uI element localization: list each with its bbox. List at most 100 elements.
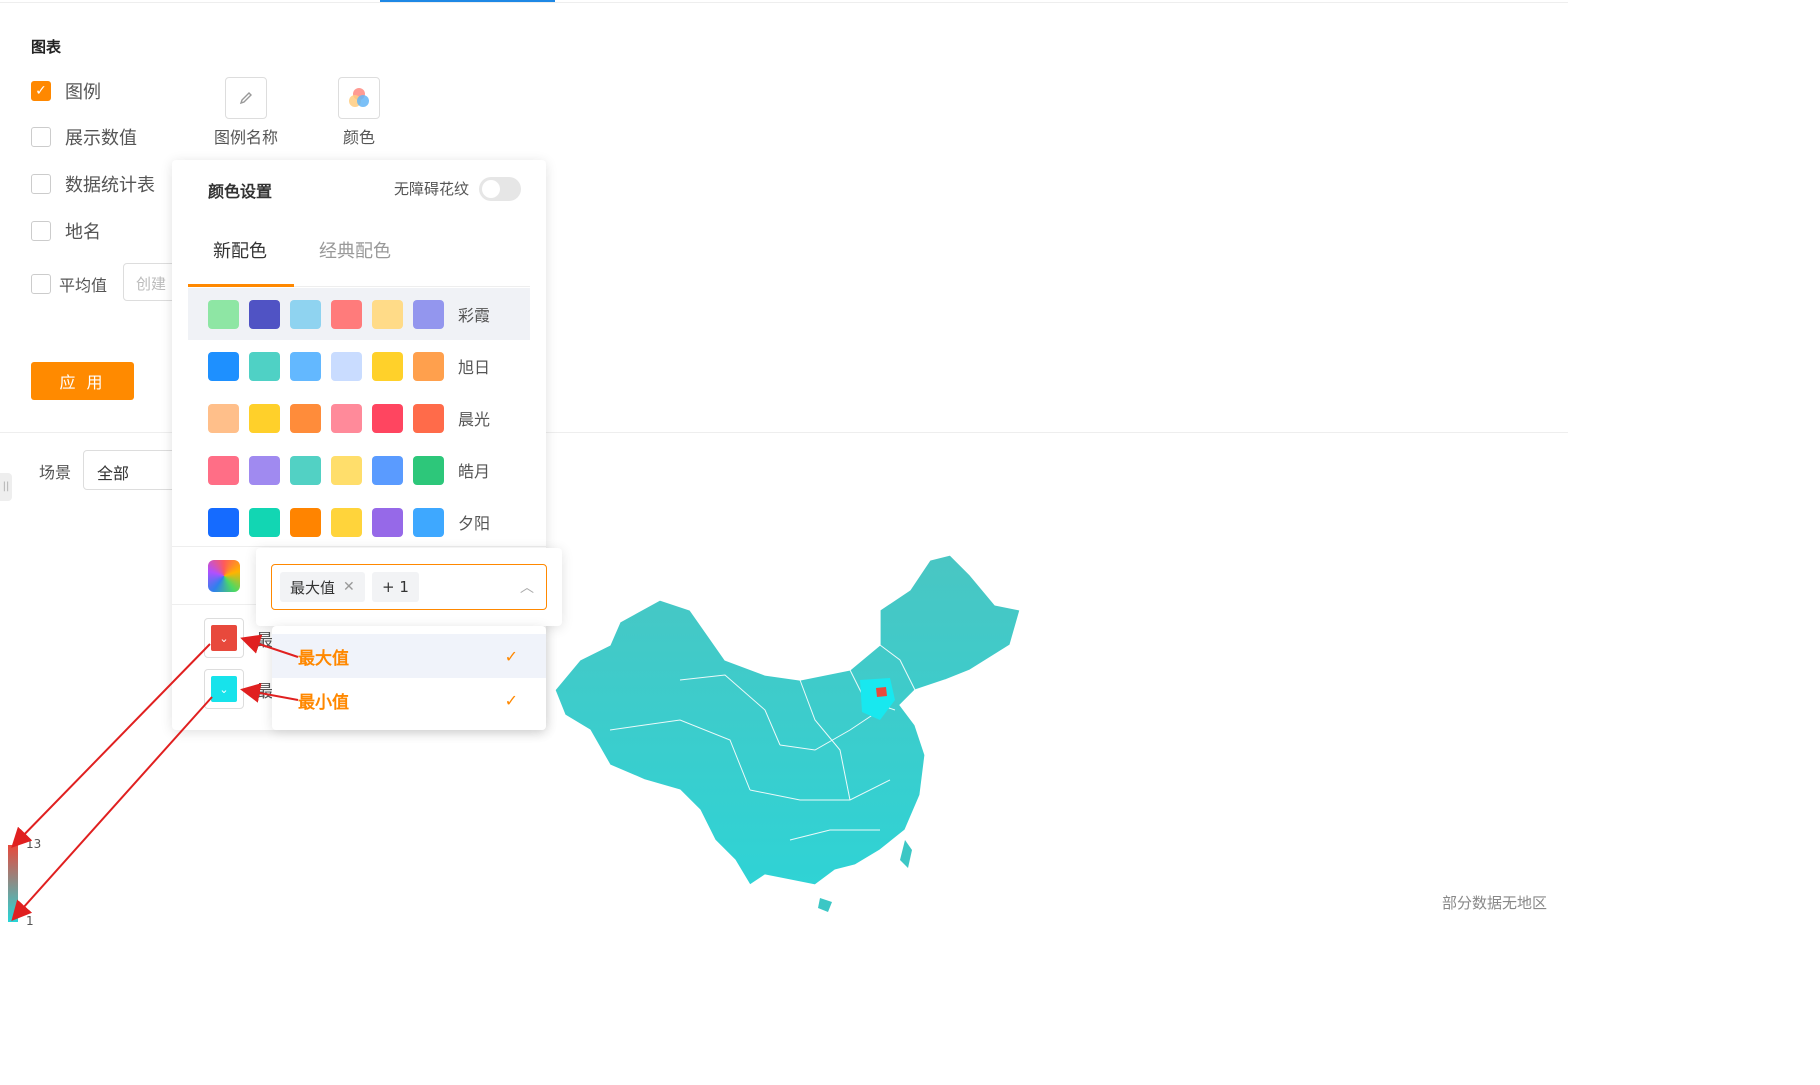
legend-name-button[interactable] (225, 77, 267, 119)
value-options-dropdown: 最大值 ✓ 最小值 ✓ (272, 626, 546, 730)
chevron-up-icon[interactable]: ︿ (520, 577, 534, 597)
china-map (554, 554, 1021, 912)
legend-min-value: 1 (26, 914, 34, 928)
top-divider (0, 2, 1568, 3)
map-region-china (554, 554, 1021, 886)
value-select-popover: 最大值 ✕ + 1 ︿ (256, 548, 562, 626)
palette-swatch (290, 507, 321, 537)
apply-button[interactable]: 应 用 (31, 362, 134, 400)
palette-swatch (290, 455, 321, 485)
palette-swatch (208, 403, 239, 433)
palette-row[interactable]: 晨光 (188, 392, 530, 444)
palette-name: 夕阳 (458, 514, 491, 533)
option-min[interactable]: 最小值 ✓ (272, 678, 546, 722)
place-name-label: 地名 (65, 222, 101, 243)
side-drag-handle[interactable]: || (0, 473, 12, 501)
option-max[interactable]: 最大值 ✓ (272, 634, 546, 678)
map-region-highlight-max (876, 687, 887, 697)
pencil-icon (239, 92, 252, 105)
color-button[interactable] (338, 77, 380, 119)
palette-row[interactable]: 皓月 (188, 444, 530, 496)
palette-swatch (331, 351, 362, 381)
palette-swatch (372, 351, 403, 381)
color-label: 颜色 (342, 128, 375, 147)
palette-swatch (249, 403, 280, 433)
palette-swatch (249, 351, 280, 381)
show-values-label: 展示数值 (65, 128, 137, 149)
accessibility-pattern-label: 无障碍花纹 (394, 180, 470, 198)
section-title: 图表 (31, 38, 62, 56)
panel-title: 颜色设置 (208, 182, 273, 201)
palette-swatch (413, 455, 444, 485)
min-color-label: 最 (256, 682, 273, 702)
average-checkbox-row[interactable]: 平均值 (31, 272, 107, 296)
average-checkbox[interactable] (31, 274, 51, 294)
tab-new-palette[interactable]: 新配色 (213, 237, 267, 263)
palette-name: 旭日 (458, 358, 491, 377)
show-values-checkbox[interactable] (31, 127, 51, 147)
value-multi-select[interactable]: 最大值 ✕ + 1 ︿ (271, 564, 547, 610)
palette-swatch (413, 403, 444, 433)
palette-swatch (372, 455, 403, 485)
palette-swatch (331, 455, 362, 485)
palette-row[interactable]: 旭日 (188, 340, 530, 392)
selected-tag[interactable]: 最大值 ✕ (280, 572, 365, 602)
palette-swatch (372, 299, 403, 329)
accessibility-pattern-toggle[interactable] (479, 177, 521, 201)
palette-swatch (372, 507, 403, 537)
active-tab-underline (188, 284, 294, 287)
palette-swatch (290, 351, 321, 381)
palette-swatch (413, 351, 444, 381)
max-color-picker[interactable]: ⌄ (204, 618, 244, 658)
custom-color-wheel-icon[interactable] (208, 560, 240, 592)
palette-swatch (249, 455, 280, 485)
chevron-down-icon: ⌄ (211, 625, 237, 651)
check-icon: ✓ (504, 646, 518, 666)
scene-select[interactable]: 全部 (83, 450, 183, 490)
map-island (900, 840, 912, 868)
palette-row[interactable]: 夕阳 (188, 496, 530, 548)
palette-swatch (208, 455, 239, 485)
place-name-checkbox-row[interactable]: 地名 (31, 218, 101, 244)
map-island (818, 898, 832, 912)
legend-checkbox[interactable]: ✓ (31, 81, 51, 101)
palette-swatch (413, 299, 444, 329)
palette-name: 皓月 (458, 462, 491, 481)
palette-swatch (290, 299, 321, 329)
palette-swatch (249, 507, 280, 537)
scene-label: 场景 (39, 463, 72, 482)
palette-name: 彩霞 (458, 306, 491, 325)
average-label: 平均值 (59, 276, 108, 295)
palette-name: 晨光 (458, 410, 491, 429)
palette-swatch (290, 403, 321, 433)
check-icon: ✓ (504, 690, 518, 710)
palette-swatch (331, 403, 362, 433)
place-name-checkbox[interactable] (31, 221, 51, 241)
more-tag: + 1 (372, 572, 419, 602)
palette-swatch (208, 351, 239, 381)
no-data-note: 部分数据无地区 (1442, 894, 1548, 912)
palette-row[interactable]: 彩霞 (188, 288, 530, 340)
tab-classic-palette[interactable]: 经典配色 (319, 237, 391, 263)
min-color-picker[interactable]: ⌄ (204, 669, 244, 709)
palette-swatch (208, 507, 239, 537)
color-circles-icon (349, 88, 369, 107)
show-values-checkbox-row[interactable]: 展示数值 (31, 124, 137, 150)
selected-tag-label: 最大值 (290, 578, 336, 597)
max-color-label: 最 (256, 631, 273, 651)
stats-table-checkbox-row[interactable]: 数据统计表 (31, 171, 155, 197)
legend-gradient-bar (8, 845, 18, 922)
palette-swatch (413, 507, 444, 537)
option-max-label: 最大值 (298, 648, 349, 669)
palette-swatch (372, 403, 403, 433)
legend-checkbox-label: 图例 (65, 82, 101, 103)
legend-checkbox-row[interactable]: ✓ 图例 (31, 78, 101, 104)
legend-name-label: 图例名称 (213, 128, 278, 147)
palette-swatch (208, 299, 239, 329)
close-icon[interactable]: ✕ (343, 579, 355, 595)
stats-table-checkbox[interactable] (31, 174, 51, 194)
arrow-legend-min (11, 696, 213, 921)
option-min-label: 最小值 (298, 692, 349, 713)
custom-divider (172, 546, 546, 547)
stats-table-label: 数据统计表 (65, 175, 155, 196)
